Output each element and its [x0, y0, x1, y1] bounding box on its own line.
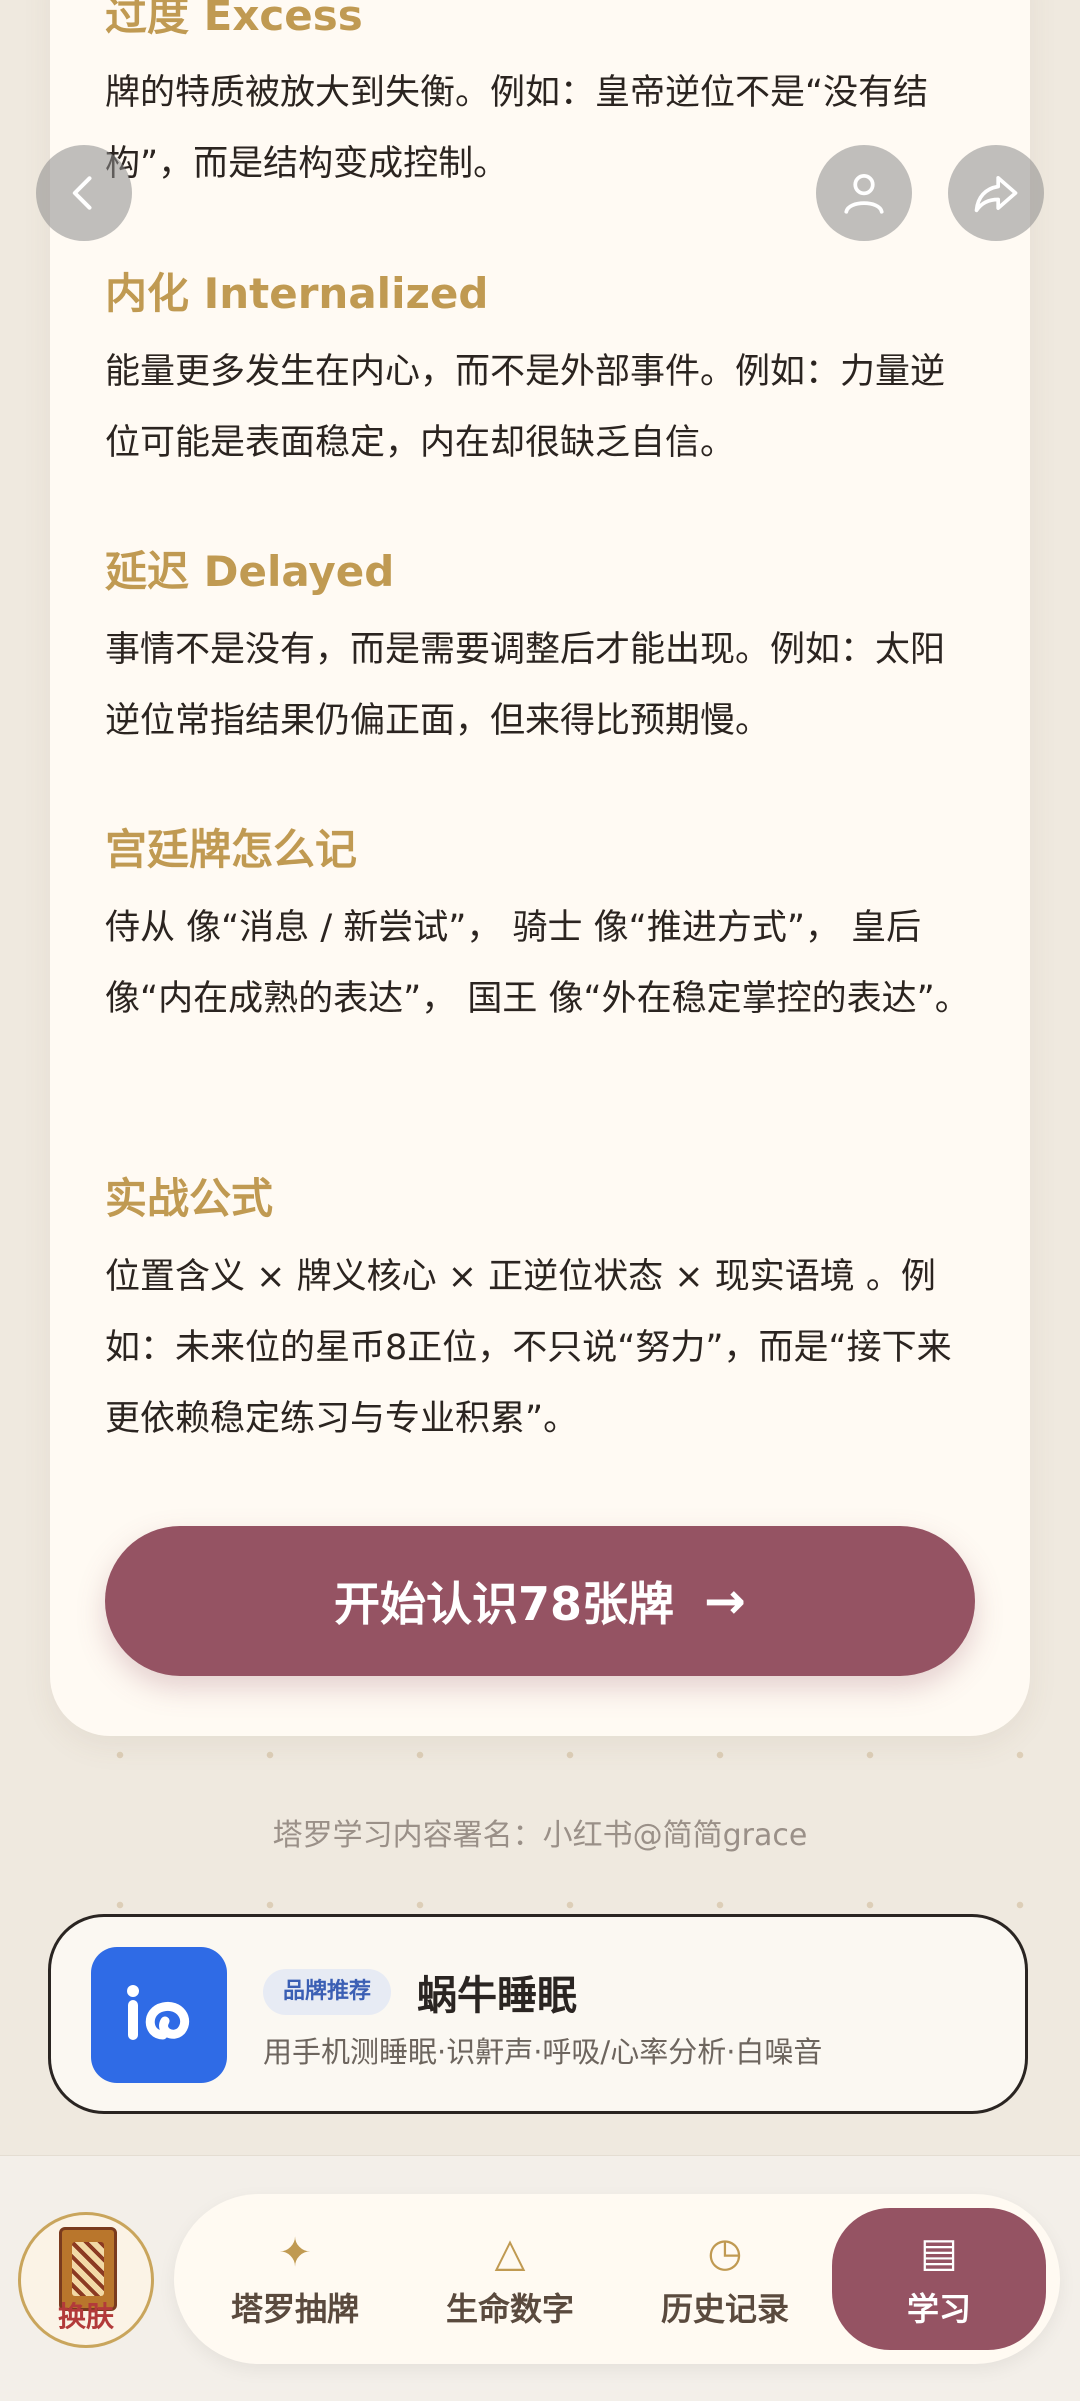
share-icon	[974, 175, 1018, 213]
book-icon: ▤	[920, 2230, 958, 2276]
snail-sleep-logo-icon	[91, 1947, 227, 2083]
tab-life-number-label: 生命数字	[445, 2290, 574, 2328]
sparkle-icon: ✦	[278, 2230, 312, 2276]
profile-button[interactable]	[816, 145, 912, 241]
section-body-internalized: 能量更多发生在内心，而不是外部事件。例如：力量逆位可能是表面稳定，内在却很缺乏自…	[105, 352, 946, 463]
bottom-navigation: 换肤 ✦ 塔罗抽牌 △ 生命数字 ◷ 历史记录 ▤ 学习	[0, 2155, 1080, 2401]
user-icon	[844, 174, 884, 214]
chevron-left-icon	[72, 176, 92, 210]
brand-recommendation-banner[interactable]: 品牌推荐 蜗牛睡眠 用手机测睡眠·识鼾声·呼吸/心率分析·白噪音	[48, 1914, 1028, 2114]
change-skin-button[interactable]: 换肤	[18, 2212, 154, 2348]
tab-learn-label: 学习	[906, 2290, 971, 2328]
tab-learn[interactable]: ▤ 学习	[832, 2208, 1046, 2350]
ad-description: 用手机测睡眠·识鼾声·呼吸/心率分析·白噪音	[263, 2035, 823, 2069]
change-skin-label: 换肤	[57, 2300, 114, 2333]
tab-life-number[interactable]: △ 生命数字	[403, 2208, 617, 2350]
start-learning-label: 开始认识78张牌	[334, 1577, 675, 1631]
section-title-internalized: 内化 Internalized	[105, 269, 489, 318]
section-body-formula: 位置含义 × 牌义核心 × 正逆位状态 × 现实语境 。例如：未来位的星币8正位…	[105, 1257, 952, 1439]
tab-history[interactable]: ◷ 历史记录	[618, 2208, 832, 2350]
section-title-court-cards: 宫廷牌怎么记	[105, 825, 358, 874]
content-credit: 塔罗学习内容署名：小红书@简简grace	[272, 1818, 808, 1853]
start-learning-button[interactable]: 开始认识78张牌 →	[105, 1526, 975, 1676]
tab-history-label: 历史记录	[660, 2290, 789, 2328]
tab-bar: ✦ 塔罗抽牌 △ 生命数字 ◷ 历史记录 ▤ 学习	[174, 2194, 1060, 2364]
share-button[interactable]	[948, 145, 1044, 241]
back-button[interactable]	[36, 145, 132, 241]
section-title-formula: 实战公式	[105, 1174, 274, 1223]
section-body-delayed: 事情不是没有，而是需要调整后才能出现。例如：太阳逆位常指结果仍偏正面，但来得比预…	[105, 630, 946, 741]
brand-tag-badge: 品牌推荐	[263, 1969, 392, 2015]
ad-brand-name: 蜗牛睡眠	[417, 1973, 577, 2019]
clock-icon: ◷	[707, 2230, 743, 2276]
triangle-icon: △	[494, 2230, 526, 2276]
tab-tarot-draw[interactable]: ✦ 塔罗抽牌	[188, 2208, 402, 2350]
tab-tarot-draw-label: 塔罗抽牌	[230, 2290, 359, 2328]
arrow-right-icon: →	[704, 1572, 746, 1630]
section-title-delayed: 延迟 Delayed	[105, 547, 395, 596]
section-title-excess: 过度 Excess	[105, 0, 363, 40]
section-body-court-cards: 侍从 像“消息 / 新尝试”， 骑士 像“推进方式”， 皇后 像“内在成熟的表达…	[105, 908, 970, 1019]
